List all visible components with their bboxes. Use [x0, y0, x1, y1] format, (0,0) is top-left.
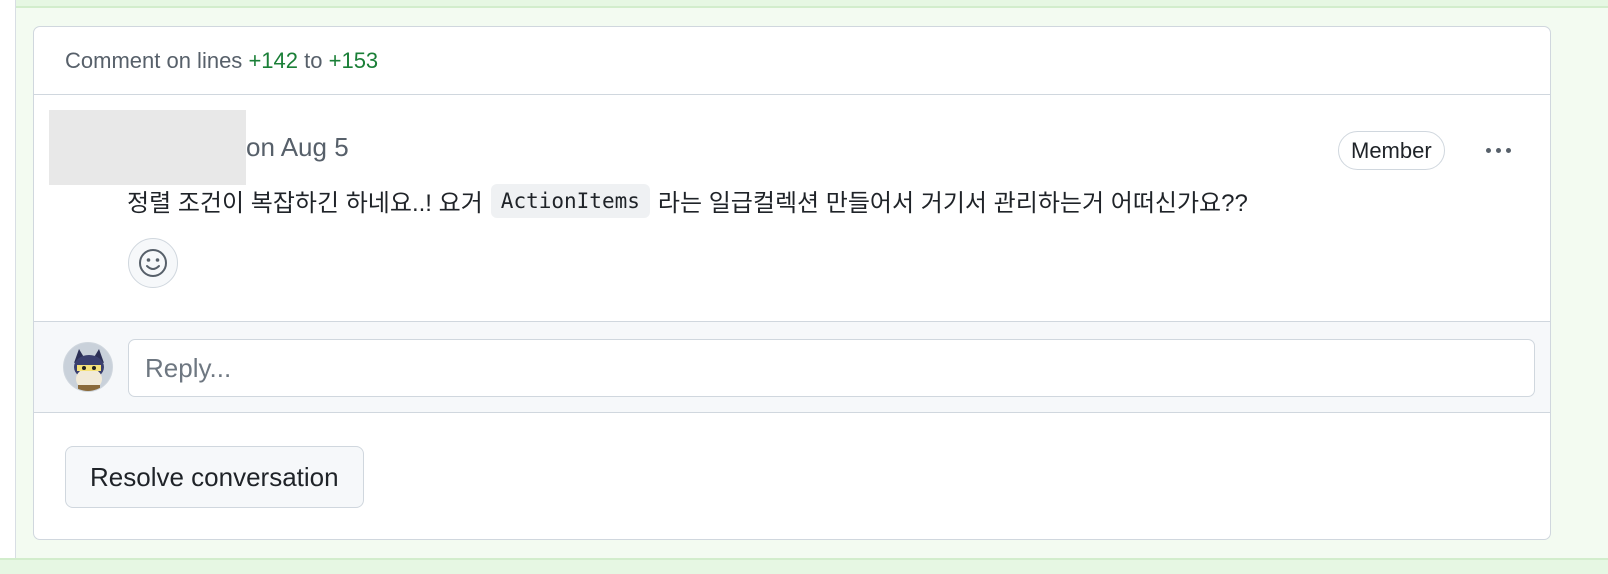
diff-added-strip-bottom — [0, 558, 1608, 574]
reply-input[interactable] — [128, 339, 1535, 397]
comment-lines-prefix: Comment on lines — [65, 47, 243, 73]
reply-area — [34, 321, 1550, 413]
avatar — [63, 342, 113, 392]
kebab-horizontal-icon[interactable] — [1478, 135, 1518, 165]
resolve-conversation-button[interactable]: Resolve conversation — [65, 446, 364, 508]
comment-date[interactable]: on Aug 5 — [246, 132, 349, 163]
line-end-link[interactable]: +153 — [329, 48, 379, 74]
review-thread: Comment on lines +142 to +153 on Aug 5 M… — [33, 26, 1551, 540]
comment-lines-connector: to — [304, 47, 323, 73]
page: Comment on lines +142 to +153 on Aug 5 M… — [0, 0, 1608, 574]
diff-gutter — [0, 0, 16, 574]
comment-text-before: 정렬 조건이 복잡하긴 하네요..! 요거 — [127, 190, 483, 217]
comment-text-after: 라는 일급컬렉션 만들어서 거기서 관리하는거 어떠신가요?? — [657, 190, 1248, 217]
diff-added-strip-top — [0, 0, 1608, 8]
redacted-author — [49, 110, 246, 185]
smiley-icon — [139, 249, 167, 277]
thread-footer: Resolve conversation — [34, 413, 1550, 539]
add-reaction-button[interactable] — [128, 238, 178, 288]
review-comment: on Aug 5 Member 정렬 조건이 복잡하긴 하네요..! 요거 Ac… — [34, 95, 1550, 321]
comment-body: 정렬 조건이 복잡하긴 하네요..! 요거 ActionItems 라는 일급컬… — [127, 183, 1248, 218]
thread-header: Comment on lines +142 to +153 — [34, 27, 1550, 95]
member-badge: Member — [1338, 131, 1445, 170]
inline-code: ActionItems — [490, 183, 650, 218]
line-start-link[interactable]: +142 — [248, 48, 298, 74]
